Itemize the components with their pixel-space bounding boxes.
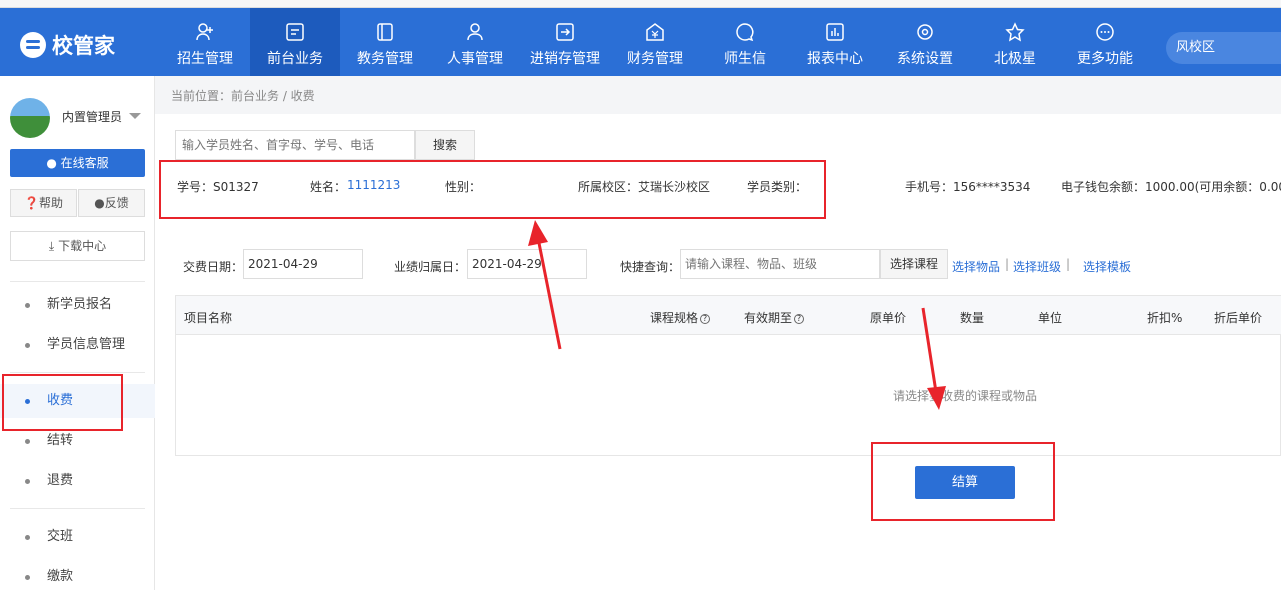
col-valid-until: 有效期至? bbox=[744, 309, 805, 326]
col-item-name: 项目名称 bbox=[184, 311, 233, 325]
nav-label: 报表中心 bbox=[807, 51, 863, 67]
app-logo[interactable]: 校管家 bbox=[20, 30, 115, 60]
main-content: 当前位置：前台业务 / 收费 搜索 学号：S01327 姓名： 1111213 … bbox=[155, 76, 1281, 590]
logo-text: 校管家 bbox=[52, 34, 115, 58]
download-center-button[interactable]: ⤓ 下载中心 bbox=[10, 231, 145, 261]
divider bbox=[10, 281, 145, 282]
nav-label: 前台业务 bbox=[267, 51, 323, 67]
bookmarks-bar bbox=[0, 0, 1281, 8]
nav-item-academic[interactable]: 教务管理 bbox=[340, 8, 430, 76]
search-button[interactable]: 搜索 bbox=[415, 130, 475, 160]
select-template-link[interactable]: 选择模板 bbox=[1083, 258, 1131, 275]
online-service-label: 在线客服 bbox=[60, 156, 109, 170]
quick-search-input[interactable] bbox=[680, 249, 880, 279]
chat-icon bbox=[735, 22, 755, 42]
sidebar: 内置管理员 ● 在线客服 ❓帮助 ●反馈 ⤓ 下载中心 新学员报名 学员信息管理… bbox=[0, 76, 155, 590]
col-course-spec-label: 课程规格 bbox=[650, 311, 699, 325]
nav-item-inventory[interactable]: 进销存管理 bbox=[520, 8, 610, 76]
nav-label: 招生管理 bbox=[177, 51, 233, 67]
separator: | bbox=[1005, 257, 1010, 271]
download-label: 下载中心 bbox=[58, 239, 107, 253]
help-circle-icon[interactable]: ? bbox=[700, 314, 711, 324]
divider bbox=[10, 372, 145, 373]
select-course-button[interactable]: 选择课程 bbox=[880, 249, 948, 279]
col-valid-until-label: 有效期至 bbox=[744, 311, 793, 325]
user-name[interactable]: 内置管理员 bbox=[62, 108, 122, 125]
sidebar-item-refund[interactable]: 退费 bbox=[0, 464, 155, 498]
annotation-box-charge-menu bbox=[2, 374, 123, 431]
star-icon bbox=[1005, 22, 1025, 42]
nav-item-polaris[interactable]: 北极星 bbox=[970, 8, 1060, 76]
student-search-input[interactable] bbox=[175, 130, 415, 160]
breadcrumb: 当前位置：前台业务 / 收费 bbox=[155, 76, 1281, 114]
person-add-icon bbox=[195, 22, 215, 42]
feedback-button[interactable]: ●反馈 bbox=[78, 189, 145, 217]
nav-item-settings[interactable]: 系统设置 bbox=[880, 8, 970, 76]
pay-date-label: 交费日期： bbox=[183, 260, 244, 274]
online-service-button[interactable]: ● 在线客服 bbox=[10, 149, 145, 177]
download-icon: ⤓ bbox=[48, 239, 55, 253]
report-icon bbox=[825, 22, 845, 42]
col-unit: 单位 bbox=[1038, 311, 1063, 325]
wallet-balance: 电子钱包余额：1000.00(可用余额：0.00) bbox=[1061, 180, 1281, 194]
nav-label: 人事管理 bbox=[447, 51, 503, 67]
col-quantity: 数量 bbox=[960, 311, 985, 325]
col-original-price: 原单价 bbox=[870, 311, 907, 325]
nav-item-reports[interactable]: 报表中心 bbox=[790, 8, 880, 76]
nav-label: 北极星 bbox=[994, 51, 1036, 67]
person-icon bbox=[465, 22, 485, 42]
inventory-icon bbox=[555, 22, 575, 42]
campus-selector[interactable]: 风校区 bbox=[1166, 32, 1281, 64]
student-phone: 手机号：156****3534 bbox=[905, 180, 1031, 194]
col-course-spec: 课程规格? bbox=[650, 309, 711, 326]
feedback-label: 反馈 bbox=[104, 196, 129, 210]
quick-search-label: 快捷查询： bbox=[620, 260, 681, 274]
desk-icon bbox=[285, 22, 305, 42]
nav-item-enrollment[interactable]: 招生管理 bbox=[160, 8, 250, 76]
separator: | bbox=[1066, 257, 1071, 271]
help-label: 帮助 bbox=[38, 196, 63, 210]
comment-icon: ● bbox=[94, 196, 105, 210]
sidebar-item-handover[interactable]: 交班 bbox=[0, 520, 155, 554]
chevron-down-icon[interactable] bbox=[129, 113, 141, 119]
charge-items-table: 项目名称 课程规格? 有效期至? 原单价 数量 单位 折扣% 折后单价 请选择要… bbox=[175, 295, 1281, 456]
annotation-box-settle bbox=[871, 442, 1055, 521]
empty-table-message: 请选择要收费的课程或物品 bbox=[893, 389, 1038, 403]
perf-date-input[interactable] bbox=[467, 249, 587, 279]
help-button[interactable]: ❓帮助 bbox=[10, 189, 77, 217]
avatar[interactable] bbox=[10, 98, 50, 138]
nav-item-more[interactable]: 更多功能 bbox=[1060, 8, 1150, 76]
help-circle-icon[interactable]: ? bbox=[794, 314, 805, 324]
nav-item-front-desk[interactable]: 前台业务 bbox=[250, 8, 340, 76]
select-class-link[interactable]: 选择班级 bbox=[1013, 258, 1061, 275]
nav-item-messages[interactable]: 师生信 bbox=[700, 8, 790, 76]
col-discounted-price: 折后单价 bbox=[1214, 311, 1263, 325]
top-nav: 校管家 招生管理 前台业务 教务管理 人事管理 进销存管理 财务管理 师生信 报… bbox=[0, 8, 1281, 76]
nav-item-hr[interactable]: 人事管理 bbox=[430, 8, 520, 76]
nav-label: 进销存管理 bbox=[530, 51, 600, 67]
money-icon bbox=[645, 22, 665, 42]
nav-label: 财务管理 bbox=[627, 51, 683, 67]
pay-date-input[interactable] bbox=[243, 249, 363, 279]
nav-label: 系统设置 bbox=[897, 51, 953, 67]
chat-icon: ● bbox=[46, 156, 57, 170]
more-icon bbox=[1095, 22, 1115, 42]
nav-item-finance[interactable]: 财务管理 bbox=[610, 8, 700, 76]
annotation-box-student-info bbox=[159, 160, 826, 219]
perf-date-label: 业绩归属日： bbox=[394, 260, 467, 274]
sidebar-item-new-student[interactable]: 新学员报名 bbox=[0, 288, 155, 322]
select-item-link[interactable]: 选择物品 bbox=[952, 258, 1000, 275]
col-discount: 折扣% bbox=[1147, 311, 1183, 325]
gear-icon bbox=[915, 22, 935, 42]
divider bbox=[10, 508, 145, 509]
logo-icon bbox=[20, 32, 46, 58]
table-header: 项目名称 课程规格? 有效期至? 原单价 数量 单位 折扣% 折后单价 bbox=[176, 296, 1281, 335]
nav-label: 师生信 bbox=[724, 51, 766, 67]
book-icon bbox=[375, 22, 395, 42]
sidebar-item-payment[interactable]: 缴款 bbox=[0, 560, 155, 590]
question-icon: ❓ bbox=[24, 196, 39, 210]
nav-label: 教务管理 bbox=[357, 51, 413, 67]
nav-label: 更多功能 bbox=[1077, 51, 1133, 67]
sidebar-item-student-info[interactable]: 学员信息管理 bbox=[0, 328, 155, 362]
